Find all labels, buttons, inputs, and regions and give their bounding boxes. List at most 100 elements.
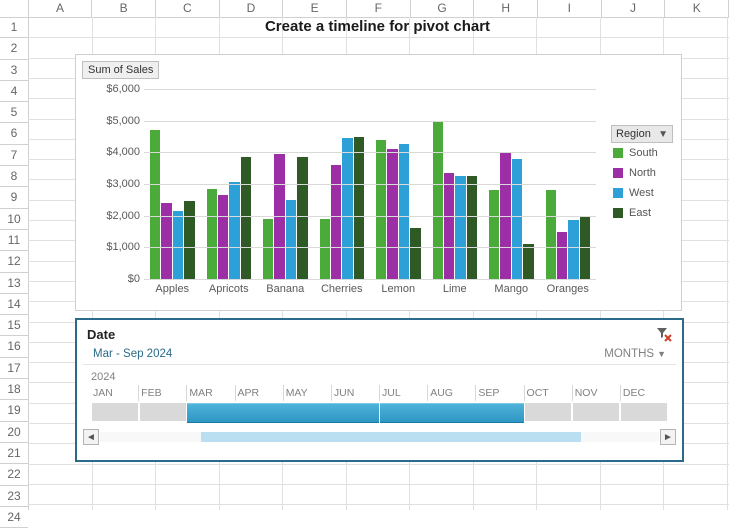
row-header[interactable]: 22 — [0, 464, 28, 485]
legend-field-button[interactable]: Region ▼ — [611, 125, 673, 143]
bar-south[interactable] — [433, 121, 443, 279]
bar-north[interactable] — [218, 195, 228, 279]
row-header[interactable]: 19 — [0, 400, 28, 421]
x-tick-label: Lemon — [370, 283, 427, 295]
bar-east[interactable] — [297, 157, 307, 279]
y-tick-label: $3,000 — [88, 178, 140, 190]
legend-item[interactable]: South — [611, 143, 673, 163]
row-header[interactable]: 14 — [0, 294, 28, 315]
timeline-scrollbar[interactable]: ◄ ► — [83, 429, 676, 445]
timeline-segment[interactable] — [92, 403, 138, 421]
row-header[interactable]: 8 — [0, 166, 28, 187]
timeline-segment[interactable] — [525, 403, 571, 421]
bar-west[interactable] — [512, 159, 522, 279]
timeline-range-bar[interactable] — [91, 403, 668, 421]
timeline-segment-selected[interactable] — [476, 403, 524, 423]
timeline-segment[interactable] — [621, 403, 667, 421]
bar-north[interactable] — [387, 149, 397, 279]
legend-item[interactable]: West — [611, 183, 673, 203]
pivot-chart[interactable]: Sum of Sales $0$1,000$2,000$3,000$4,000$… — [75, 54, 682, 311]
timeline-segment-selected[interactable] — [380, 403, 428, 423]
timeline-segment-selected[interactable] — [235, 403, 283, 423]
row-header[interactable]: 5 — [0, 102, 28, 123]
bar-north[interactable] — [331, 165, 341, 279]
bar-east[interactable] — [184, 201, 194, 279]
timeline-range-label: Mar - Sep 2024 — [93, 348, 172, 360]
scroll-left-button[interactable]: ◄ — [83, 429, 99, 445]
bar-west[interactable] — [399, 144, 409, 279]
timeline-month-label: SEP — [475, 385, 523, 401]
timeline-segment-selected[interactable] — [428, 403, 476, 423]
timeline-month-label: MAR — [186, 385, 234, 401]
row-header[interactable]: 4 — [0, 81, 28, 102]
bar-west[interactable] — [568, 220, 578, 279]
bar-north[interactable] — [557, 232, 567, 280]
bar-east[interactable] — [241, 157, 251, 279]
column-header[interactable]: F — [347, 0, 411, 17]
column-header[interactable]: K — [665, 0, 729, 17]
row-header[interactable]: 2 — [0, 38, 28, 59]
row-header[interactable]: 23 — [0, 486, 28, 507]
legend-item[interactable]: North — [611, 163, 673, 183]
legend-title: Region — [616, 128, 651, 140]
column-header[interactable]: C — [156, 0, 220, 17]
bar-south[interactable] — [546, 190, 556, 279]
row-header[interactable]: 24 — [0, 507, 28, 528]
bar-south[interactable] — [207, 189, 217, 279]
scrollbar-track[interactable] — [100, 432, 659, 442]
column-header[interactable]: I — [538, 0, 602, 17]
bar-west[interactable] — [229, 182, 239, 279]
bar-north[interactable] — [444, 173, 454, 279]
row-header[interactable]: 10 — [0, 209, 28, 230]
row-header[interactable]: 7 — [0, 145, 28, 166]
timeline-slicer[interactable]: Date Mar - Sep 2024 MONTHS ▼ 2024 JANFEB… — [75, 318, 684, 462]
row-header[interactable]: 3 — [0, 60, 28, 81]
clear-filter-button[interactable] — [656, 326, 672, 342]
row-header[interactable]: 18 — [0, 379, 28, 400]
column-header[interactable]: E — [283, 0, 347, 17]
row-header[interactable]: 11 — [0, 230, 28, 251]
row-header[interactable]: 13 — [0, 273, 28, 294]
scrollbar-thumb[interactable] — [201, 432, 581, 442]
bar-west[interactable] — [455, 176, 465, 279]
bar-south[interactable] — [489, 190, 499, 279]
values-field-button[interactable]: Sum of Sales — [82, 61, 159, 79]
timeline-units-button[interactable]: MONTHS ▼ — [604, 348, 666, 360]
bar-west[interactable] — [286, 200, 296, 279]
bar-west[interactable] — [342, 138, 352, 279]
column-header[interactable]: A — [29, 0, 93, 17]
scroll-right-button[interactable]: ► — [660, 429, 676, 445]
column-header[interactable]: D — [220, 0, 284, 17]
bar-east[interactable] — [467, 176, 477, 279]
bar-east[interactable] — [410, 228, 420, 279]
timeline-segment[interactable] — [140, 403, 186, 421]
row-header[interactable]: 9 — [0, 187, 28, 208]
row-header[interactable]: 20 — [0, 422, 28, 443]
bar-north[interactable] — [161, 203, 171, 279]
bar-south[interactable] — [376, 140, 386, 279]
column-header[interactable]: B — [92, 0, 156, 17]
timeline-segment-selected[interactable] — [331, 403, 379, 423]
bar-west[interactable] — [173, 211, 183, 279]
select-all-corner[interactable] — [0, 0, 29, 17]
column-header[interactable]: H — [474, 0, 538, 17]
row-header[interactable]: 6 — [0, 123, 28, 144]
row-header[interactable]: 12 — [0, 251, 28, 272]
row-header[interactable]: 16 — [0, 336, 28, 357]
timeline-segment-selected[interactable] — [283, 403, 331, 423]
y-axis-ticks: $0$1,000$2,000$3,000$4,000$5,000$6,000 — [88, 89, 140, 279]
bar-east[interactable] — [523, 244, 533, 279]
timeline-segment-selected[interactable] — [187, 403, 235, 423]
column-header[interactable]: G — [411, 0, 475, 17]
bar-east[interactable] — [354, 137, 364, 280]
legend-swatch — [613, 168, 623, 178]
row-header[interactable]: 15 — [0, 315, 28, 336]
row-header[interactable]: 1 — [0, 17, 28, 38]
row-header[interactable]: 21 — [0, 443, 28, 464]
bar-south[interactable] — [263, 219, 273, 279]
column-header[interactable]: J — [602, 0, 666, 17]
legend-item[interactable]: East — [611, 203, 673, 223]
timeline-segment[interactable] — [573, 403, 619, 421]
bar-south[interactable] — [320, 219, 330, 279]
row-header[interactable]: 17 — [0, 358, 28, 379]
